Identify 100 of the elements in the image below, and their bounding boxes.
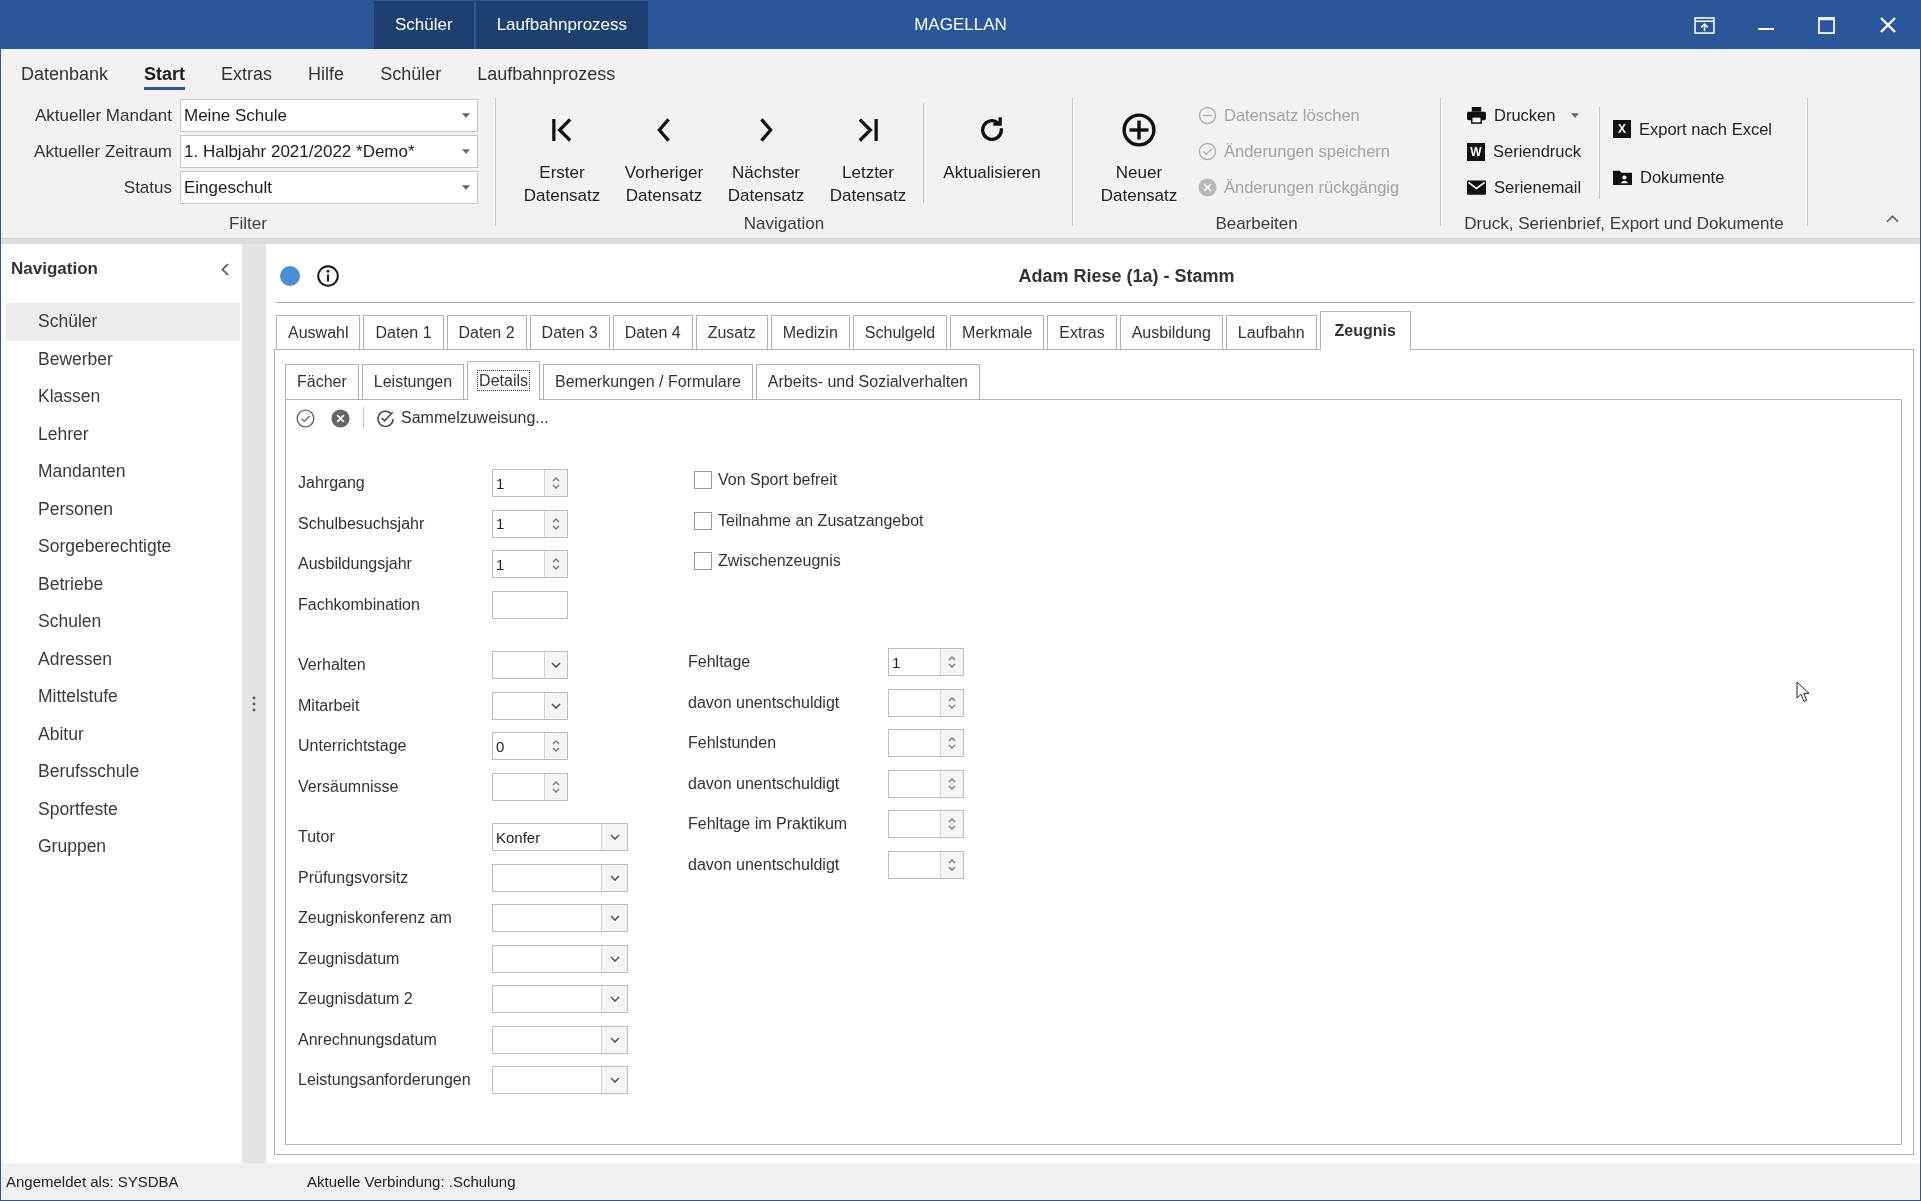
chevron-up-icon[interactable]: [1886, 215, 1899, 223]
number-field[interactable]: [888, 810, 964, 839]
tab[interactable]: Zeugnis: [1319, 311, 1411, 350]
chevron-down-icon[interactable]: [609, 1036, 620, 1043]
number-field[interactable]: 1: [888, 648, 964, 677]
number-field[interactable]: 1: [492, 509, 568, 538]
grip-dots-icon[interactable]: [252, 695, 256, 712]
number-field[interactable]: [492, 772, 568, 801]
caret-down-icon[interactable]: [462, 185, 470, 190]
checkbox[interactable]: [694, 471, 712, 490]
nav-item[interactable]: Schulen: [6, 603, 240, 641]
nav-item[interactable]: Sorgeberechtigte: [6, 528, 240, 566]
tab[interactable]: Schulgeld: [852, 315, 948, 349]
number-field[interactable]: 1: [492, 469, 568, 498]
tab[interactable]: Daten 3: [529, 315, 610, 349]
chevron-down-icon[interactable]: [551, 662, 561, 669]
chevron-down-icon[interactable]: [609, 996, 620, 1003]
ribbon-button[interactable]: Letzter Datensatz: [818, 93, 918, 211]
info-icon[interactable]: [317, 265, 339, 287]
spin-arrows-icon[interactable]: [948, 695, 956, 710]
nav-item[interactable]: Personen: [6, 490, 240, 528]
combo-box[interactable]: Eingeschult: [180, 171, 478, 204]
spin-arrows-icon[interactable]: [948, 736, 956, 751]
spin-arrows-icon[interactable]: [948, 857, 956, 872]
text-field[interactable]: [492, 590, 568, 619]
ribbon-tab[interactable]: Hilfe: [308, 49, 345, 90]
tab[interactable]: Arbeits- und Sozialverhalten: [755, 364, 980, 399]
spin-arrows-icon[interactable]: [552, 516, 560, 531]
chevron-down-icon[interactable]: [609, 834, 620, 841]
nav-item[interactable]: Berufsschule: [6, 753, 240, 791]
tab[interactable]: Auswahl: [276, 315, 361, 349]
tab[interactable]: Medizin: [770, 315, 850, 349]
ribbon-action[interactable]: W Seriendruck: [1467, 135, 1582, 168]
nav-item[interactable]: Gruppen: [6, 828, 240, 866]
number-field[interactable]: 0: [492, 732, 568, 761]
number-field[interactable]: [888, 729, 964, 758]
x-circle-icon[interactable]: [331, 408, 350, 428]
ribbon-button[interactable]: Erster Datensatz: [512, 93, 612, 211]
close-icon[interactable]: [1879, 17, 1896, 33]
chevron-down-icon[interactable]: [551, 702, 561, 709]
ribbon-tab[interactable]: Start: [144, 49, 186, 90]
caret-down-icon[interactable]: [462, 149, 470, 154]
spin-arrows-icon[interactable]: [948, 776, 956, 791]
ribbon-action[interactable]: X Export nach Excel: [1613, 109, 1772, 149]
ribbon-button[interactable]: Aktualisieren: [932, 93, 1052, 211]
tab[interactable]: Daten 1: [363, 315, 444, 349]
check-circle-icon[interactable]: [296, 408, 315, 428]
tab[interactable]: Daten 4: [612, 315, 693, 349]
combo-box[interactable]: Meine Schule: [180, 99, 478, 132]
spin-arrows-icon[interactable]: [552, 739, 560, 754]
nav-item[interactable]: Lehrer: [6, 415, 240, 453]
spin-arrows-icon[interactable]: [552, 779, 560, 794]
chevron-down-icon[interactable]: [609, 1077, 620, 1084]
spin-arrows-icon[interactable]: [948, 817, 956, 832]
tab[interactable]: Ausbildung: [1119, 315, 1223, 349]
ribbon-action[interactable]: Drucken: [1467, 99, 1580, 132]
nav-item[interactable]: Mandanten: [6, 453, 240, 491]
chevron-left-icon[interactable]: [221, 262, 229, 276]
nav-item[interactable]: Betriebe: [6, 565, 240, 603]
tab[interactable]: Leistungen: [361, 364, 465, 399]
tab[interactable]: Zusatz: [695, 315, 768, 349]
chevron-down-icon[interactable]: [609, 955, 620, 962]
number-field[interactable]: 1: [492, 550, 568, 579]
tab[interactable]: Fächer: [285, 364, 359, 399]
number-field[interactable]: [888, 769, 964, 798]
ribbon-button[interactable]: Vorheriger Datensatz: [614, 93, 714, 211]
maximize-icon[interactable]: [1818, 16, 1835, 34]
nav-item[interactable]: Sportfeste: [6, 790, 240, 828]
tab[interactable]: Details: [467, 361, 540, 400]
caret-down-icon[interactable]: [462, 113, 470, 118]
spin-arrows-icon[interactable]: [948, 655, 956, 670]
ribbon-action[interactable]: Dokumente: [1613, 157, 1725, 197]
nav-item[interactable]: Mittelstufe: [6, 678, 240, 716]
minimize-icon[interactable]: [1757, 28, 1774, 30]
nav-item[interactable]: Klassen: [6, 378, 240, 416]
checkbox[interactable]: [694, 511, 712, 530]
spin-arrows-icon[interactable]: [552, 476, 560, 491]
combo-box[interactable]: Konfer: [492, 823, 628, 852]
ribbon-tab[interactable]: Schüler: [380, 49, 442, 90]
tab[interactable]: Extras: [1047, 315, 1117, 349]
spin-arrows-icon[interactable]: [552, 557, 560, 572]
box-arrow-up-icon[interactable]: [1694, 16, 1715, 34]
chevron-down-icon[interactable]: [609, 874, 620, 881]
nav-item[interactable]: Schüler: [6, 303, 240, 341]
tab[interactable]: Laufbahn: [1225, 315, 1317, 349]
checkbox[interactable]: [694, 552, 712, 571]
toolbar-button[interactable]: Sammelzuweisung...: [376, 408, 549, 428]
tab[interactable]: Daten 2: [446, 315, 527, 349]
ribbon-button[interactable]: Neuer Datensatz: [1089, 93, 1189, 211]
tab[interactable]: Bemerkungen / Formulare: [543, 364, 753, 399]
ribbon-button[interactable]: Nächster Datensatz: [716, 93, 816, 211]
number-field[interactable]: [888, 688, 964, 717]
ribbon-tab[interactable]: Laufbahnprozess: [477, 49, 616, 90]
combo-box[interactable]: 1. Halbjahr 2021/2022 *Demo*: [180, 135, 478, 168]
ribbon-tab[interactable]: Extras: [221, 49, 273, 90]
nav-item[interactable]: Adressen: [6, 640, 240, 678]
ribbon-tab[interactable]: Datenbank: [21, 49, 109, 90]
nav-item[interactable]: Abitur: [6, 715, 240, 753]
number-field[interactable]: [888, 850, 964, 879]
chevron-down-icon[interactable]: [609, 915, 620, 922]
